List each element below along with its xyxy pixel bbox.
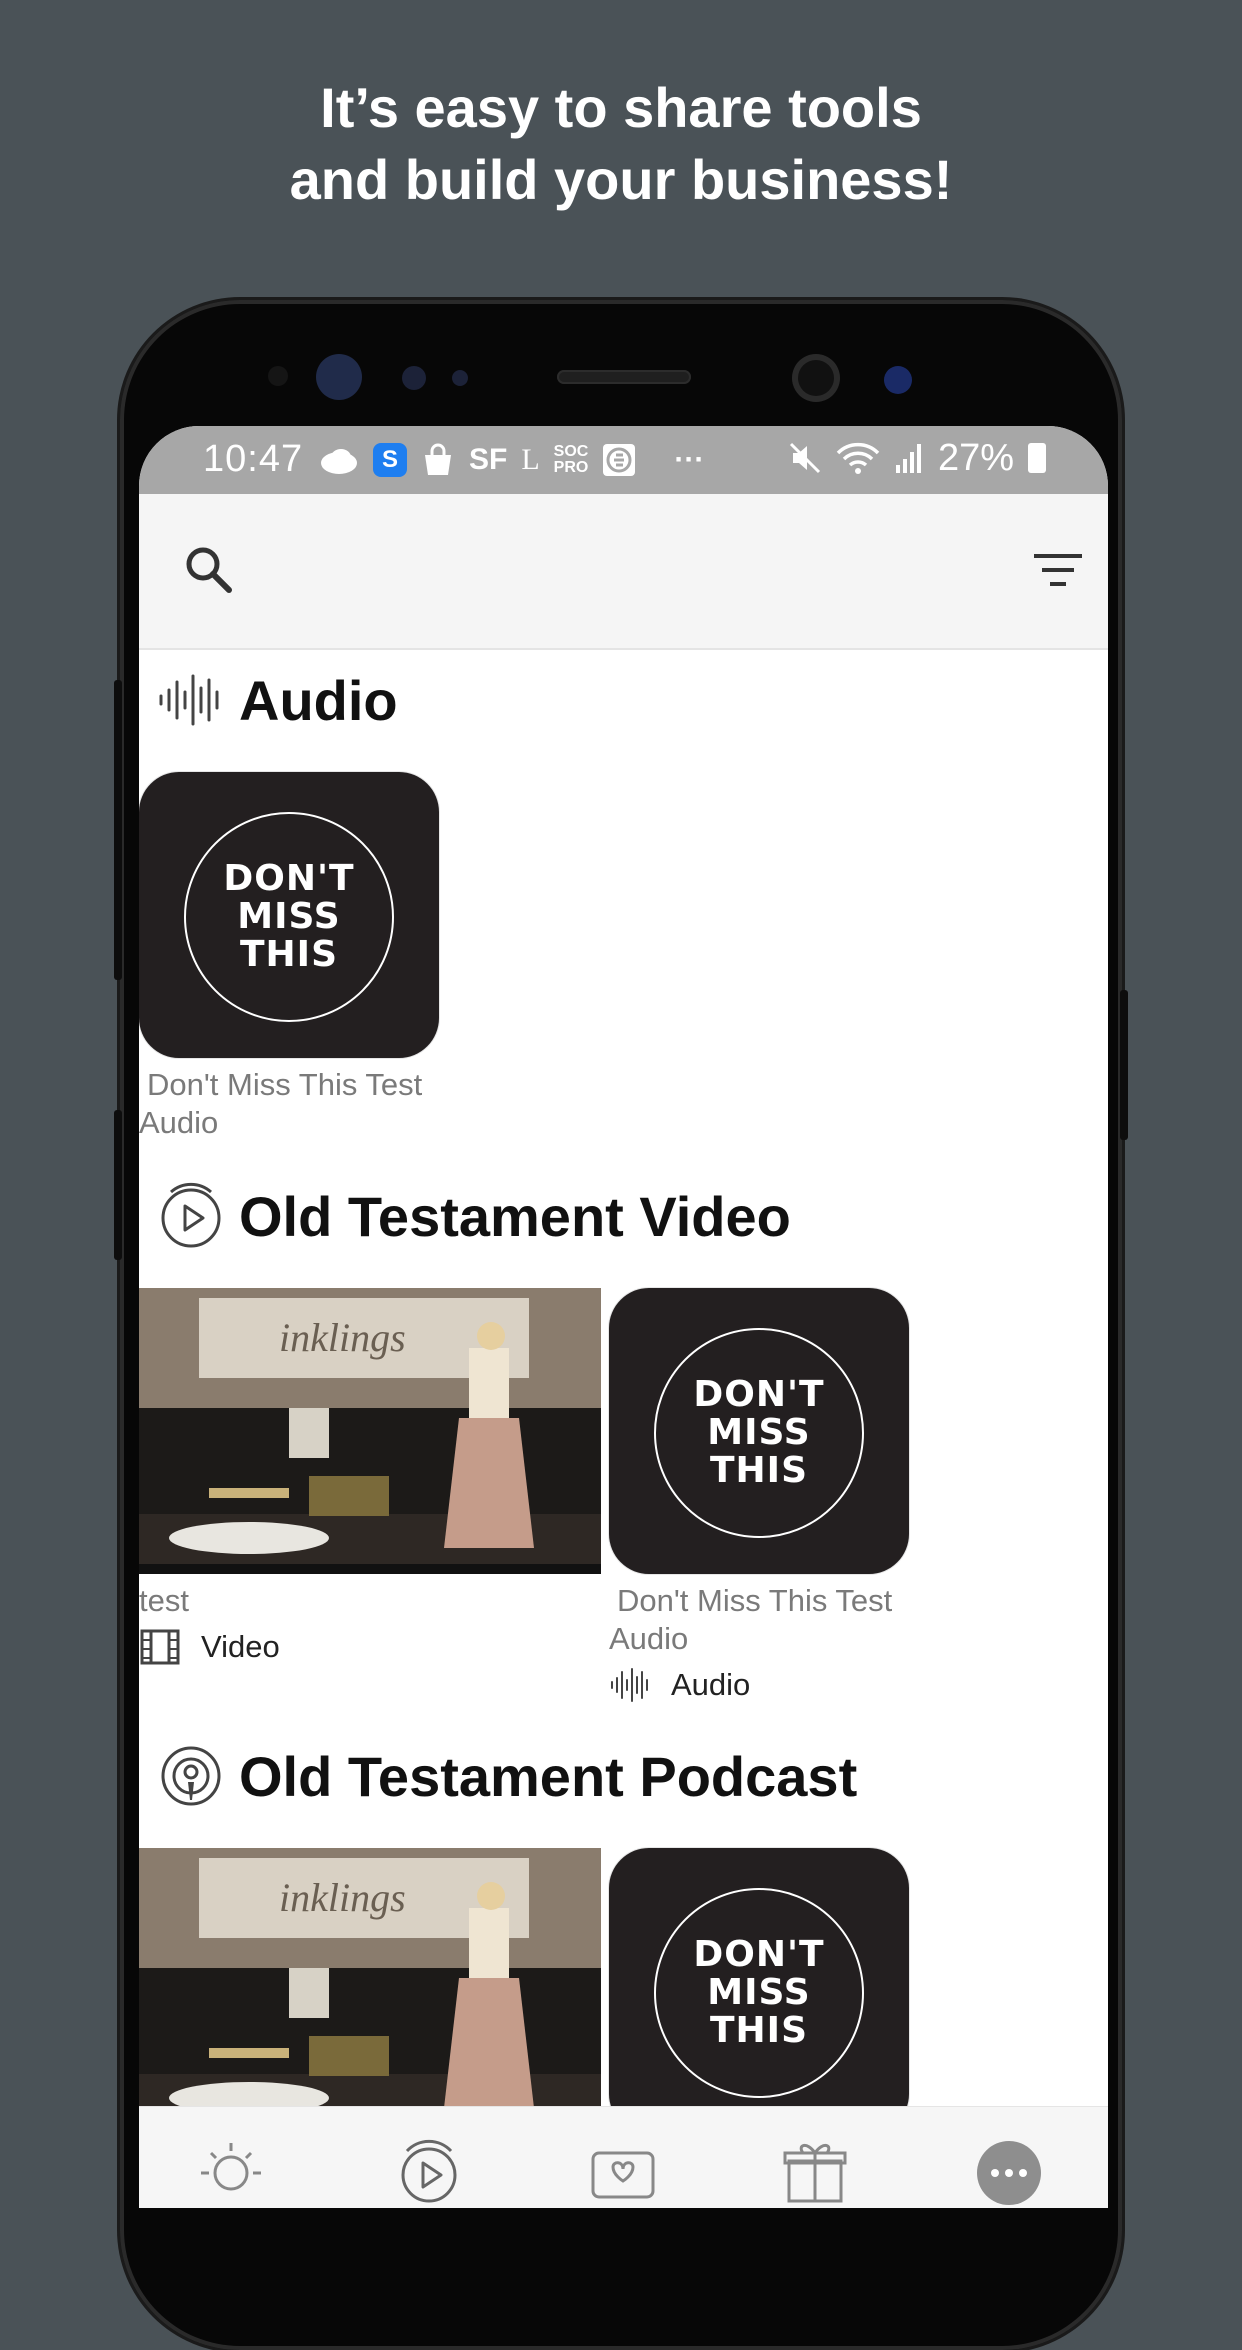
phone-bixby-button bbox=[114, 1110, 122, 1260]
status-notification-icons: S SF L SOC PRO ··· bbox=[319, 440, 704, 480]
headline-line-2: and build your business! bbox=[289, 148, 953, 211]
play-circle-icon[interactable] bbox=[393, 2133, 465, 2205]
pro-label: PRO bbox=[553, 459, 589, 476]
media-thumbnail-photo: inklings bbox=[139, 1848, 601, 2134]
front-sensor-2 bbox=[452, 370, 468, 386]
thumbnail-art-text: DON'T MISS THIS bbox=[184, 812, 394, 1022]
section-header-video: Old Testament Video bbox=[157, 1182, 791, 1250]
battery-percent: 27% bbox=[937, 437, 1014, 479]
art-line-3: THIS bbox=[709, 2010, 808, 2051]
more-icon[interactable] bbox=[973, 2133, 1045, 2205]
app-bar bbox=[139, 494, 1108, 650]
status-time: 10:47 bbox=[203, 438, 304, 480]
banner-text: inklings bbox=[279, 1875, 406, 1920]
mute-icon bbox=[789, 442, 820, 474]
status-bar: 10:47 S SF L SOC PRO ··· 27% bbox=[139, 426, 1108, 494]
front-camera bbox=[792, 354, 840, 402]
thumbnail-art-text: DON'T MISS THIS bbox=[654, 1328, 864, 1538]
l-icon: L bbox=[521, 443, 540, 476]
media-title-line-1: Don't Miss This Test bbox=[617, 1583, 893, 1618]
media-type-label: Audio bbox=[671, 1667, 751, 1702]
soc-pro-icon: SOC PRO bbox=[554, 444, 589, 476]
chat-heart-icon[interactable] bbox=[587, 2133, 659, 2205]
art-line-2: MISS bbox=[707, 1412, 811, 1453]
art-line-3: THIS bbox=[239, 934, 338, 975]
headline-line-1: It’s easy to share tools bbox=[320, 76, 922, 139]
media-title: test bbox=[139, 1583, 189, 1618]
media-thumbnail: DON'T MISS THIS bbox=[139, 772, 439, 1058]
thumbnail-art-text: DON'T MISS THIS bbox=[654, 1888, 864, 2098]
art-line-2: MISS bbox=[707, 1972, 811, 2013]
phone-screen: 10:47 S SF L SOC PRO ··· 27% Audio DON'T… bbox=[139, 426, 1108, 2208]
art-line-3: THIS bbox=[709, 1450, 808, 1491]
earpiece-speaker bbox=[557, 370, 691, 384]
bottom-navigation bbox=[139, 2106, 1108, 2208]
iris-sensor bbox=[316, 354, 362, 400]
battery-icon bbox=[1028, 443, 1046, 473]
play-circle-icon bbox=[161, 1182, 221, 1248]
media-type-label: Video bbox=[201, 1629, 280, 1664]
media-card-audio-1[interactable]: DON'T MISS THIS Don't Miss This Test Aud… bbox=[139, 772, 439, 1142]
audio-wave-icon bbox=[159, 674, 219, 726]
media-title-line-2: Audio bbox=[139, 1105, 219, 1140]
banner-text: inklings bbox=[279, 1315, 406, 1360]
signal-icon bbox=[895, 444, 921, 473]
status-system-icons: 27% bbox=[788, 438, 1046, 478]
section-header-podcast: Old Testament Podcast bbox=[157, 1742, 857, 1810]
media-title-line-1: Don't Miss This Test bbox=[147, 1067, 423, 1102]
media-card-video-1[interactable]: inklings test Video bbox=[139, 1288, 601, 1668]
podcast-icon bbox=[161, 1746, 221, 1806]
art-line-1: DON'T bbox=[223, 858, 355, 899]
media-type-row: Audio bbox=[609, 1664, 909, 1706]
phone-volume-button bbox=[114, 680, 122, 980]
media-card-podcast-1[interactable]: inklings bbox=[139, 1848, 601, 2134]
art-line-1: DON'T bbox=[693, 1934, 825, 1975]
media-card-podcast-2[interactable]: DON'T MISS THIS bbox=[609, 1848, 909, 2134]
media-thumbnail: DON'T MISS THIS bbox=[609, 1848, 909, 2134]
art-line-1: DON'T bbox=[693, 1374, 825, 1415]
sun-icon[interactable] bbox=[195, 2133, 267, 2205]
film-icon bbox=[140, 1629, 180, 1665]
e-icon bbox=[603, 444, 636, 476]
wifi-icon bbox=[836, 442, 880, 474]
media-title: Don't Miss This Test Audio bbox=[139, 1066, 439, 1142]
more-dots-icon: ··· bbox=[674, 443, 705, 476]
front-sensor-3 bbox=[884, 366, 912, 394]
section-header-audio: Audio bbox=[157, 666, 398, 734]
cloud-icon bbox=[321, 449, 357, 474]
filter-icon[interactable] bbox=[1028, 540, 1088, 600]
media-title-line-2: Audio bbox=[609, 1621, 689, 1656]
section-title-audio: Audio bbox=[239, 668, 398, 732]
front-sensor-1 bbox=[402, 366, 426, 390]
proximity-sensor bbox=[268, 366, 288, 386]
media-thumbnail-photo: inklings bbox=[139, 1288, 601, 1574]
soc-label: SOC bbox=[553, 443, 589, 460]
sf-icon: SF bbox=[469, 443, 508, 476]
headline: It’s easy to share tools and build your … bbox=[0, 72, 1242, 216]
art-line-2: MISS bbox=[237, 896, 341, 937]
s-app-icon: S bbox=[373, 443, 407, 477]
search-icon[interactable] bbox=[179, 540, 239, 600]
phone-power-button bbox=[1120, 990, 1128, 1140]
section-title-podcast: Old Testament Podcast bbox=[239, 1744, 858, 1808]
shopping-bag-icon bbox=[425, 443, 451, 475]
media-thumbnail: DON'T MISS THIS bbox=[609, 1288, 909, 1574]
media-type-row: Video bbox=[139, 1626, 601, 1668]
audio-wave-icon bbox=[611, 1668, 648, 1702]
gift-icon[interactable] bbox=[779, 2133, 851, 2205]
media-title: Don't Miss This Test Audio bbox=[609, 1582, 909, 1658]
section-title-video: Old Testament Video bbox=[239, 1184, 791, 1248]
media-card-video-2[interactable]: DON'T MISS THIS Don't Miss This Test Aud… bbox=[609, 1288, 909, 1706]
